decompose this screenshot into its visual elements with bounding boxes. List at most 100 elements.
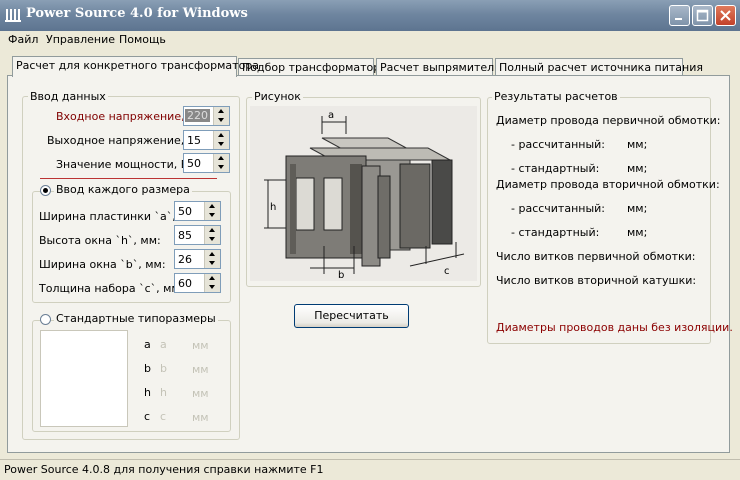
arrow-down-icon[interactable] (209, 237, 215, 241)
main-window: Power Source 4.0 for Windows Файл Управл… (0, 0, 740, 479)
status-text: Power Source 4.0.8 для получения справки… (4, 463, 324, 476)
std-value-b: b (160, 362, 167, 375)
recalculate-button[interactable]: Пересчитать (294, 304, 409, 328)
picture-title: Рисунок (252, 90, 303, 103)
output-voltage-label: Выходное напряжение, В: (47, 134, 200, 147)
std-unit-a: мм (192, 339, 209, 352)
power-label: Значение мощности, Вт: (56, 158, 199, 171)
tab-specific-transformer[interactable]: Расчет для конкретного трансформатора (12, 56, 259, 77)
spin-arrows[interactable] (213, 154, 229, 172)
window-width-value: 26 (178, 253, 192, 266)
spin-arrows[interactable] (204, 202, 220, 220)
stack-thickness-value: 60 (178, 277, 192, 290)
plate-width-stepper[interactable]: 50 (174, 201, 221, 221)
arrow-down-icon[interactable] (218, 118, 224, 122)
primary-wire-header: Диаметр провода первичной обмотки: (496, 114, 721, 127)
stack-thickness-stepper[interactable]: 60 (174, 273, 221, 293)
secondary-wire-header: Диаметр провода вторичной обмотки: (496, 178, 720, 191)
window-height-value: 85 (178, 229, 192, 242)
secondary-calc-label: - рассчитанный: (511, 202, 606, 215)
primary-std-unit: мм; (627, 162, 648, 175)
tab-rectifier[interactable]: Расчет выпрямителя (376, 58, 501, 76)
power-value: 50 (187, 157, 201, 170)
arrow-up-icon[interactable] (209, 252, 215, 256)
std-value-h: h (160, 386, 167, 399)
input-voltage-label: Входное напряжение, В: (56, 110, 200, 123)
menu-bar: Файл Управление Помощь (0, 31, 740, 49)
close-button[interactable] (715, 5, 736, 26)
arrow-down-icon[interactable] (209, 285, 215, 289)
arrow-down-icon[interactable] (218, 142, 224, 146)
minimize-button[interactable] (669, 5, 690, 26)
window-height-stepper[interactable]: 85 (174, 225, 221, 245)
power-stepper[interactable]: 50 (183, 153, 230, 173)
spin-arrows[interactable] (204, 274, 220, 292)
std-letter-c: c (144, 410, 151, 423)
dim-label-b: b (338, 270, 344, 281)
window-width-stepper[interactable]: 26 (174, 249, 221, 269)
arrow-down-icon[interactable] (209, 213, 215, 217)
radio-selected-dot (43, 188, 48, 193)
minimize-icon (675, 18, 682, 20)
app-icon (5, 9, 21, 22)
size-entry-radio[interactable] (40, 185, 51, 196)
results-title: Результаты расчетов (492, 90, 620, 103)
spin-arrows[interactable] (204, 226, 220, 244)
transformer-core-drawing: a h b c (264, 110, 465, 281)
arrow-up-icon[interactable] (209, 228, 215, 232)
std-unit-c: мм (192, 411, 209, 424)
std-value-c: c (160, 410, 167, 423)
menu-file[interactable]: Файл (8, 33, 38, 46)
dim-label-c: c (444, 266, 450, 277)
secondary-turns-label: Число витков вторичной катушки: (496, 274, 697, 287)
standard-sizes-label[interactable]: Стандартные типоразмеры (54, 312, 218, 325)
secondary-std-label: - стандартный: (511, 226, 600, 239)
primary-calc-label: - рассчитанный: (511, 138, 606, 151)
secondary-std-unit: мм; (627, 226, 648, 239)
primary-turns-label: Число витков первичной обмотки: (496, 250, 696, 263)
std-letter-a: a (144, 338, 151, 351)
arrow-up-icon[interactable] (209, 276, 215, 280)
std-value-a: a (160, 338, 167, 351)
size-entry-label[interactable]: Ввод каждого размера (54, 183, 192, 196)
primary-std-label: - стандартный: (511, 162, 600, 175)
arrow-up-icon[interactable] (209, 204, 215, 208)
window-height-label: Высота окна `h`, мм: (39, 234, 161, 247)
primary-calc-unit: мм; (627, 138, 648, 151)
menu-control[interactable]: Управление (46, 33, 115, 46)
results-group (487, 97, 711, 344)
arrow-up-icon[interactable] (218, 156, 224, 160)
dim-label-h: h (270, 202, 276, 213)
window-title: Power Source 4.0 for Windows (26, 6, 248, 21)
arrow-down-icon[interactable] (209, 261, 215, 265)
maximize-icon (696, 9, 709, 22)
menu-help[interactable]: Помощь (119, 33, 166, 46)
status-bar: Power Source 4.0.8 для получения справки… (0, 459, 740, 480)
std-letter-h: h (144, 386, 151, 399)
output-voltage-value: 15 (187, 134, 201, 147)
maximize-button[interactable] (692, 5, 713, 26)
standard-sizes-list[interactable] (40, 330, 128, 427)
standard-sizes-radio[interactable] (40, 314, 51, 325)
stack-thickness-label: Толщина набора `c`, мм: (39, 282, 184, 295)
input-data-title: Ввод данных (28, 90, 108, 103)
transformer-picture: a h b c (250, 106, 477, 281)
separator-line (40, 178, 217, 179)
std-unit-b: мм (192, 363, 209, 376)
spin-arrows[interactable] (204, 250, 220, 268)
plate-width-value: 50 (178, 205, 192, 218)
output-voltage-stepper[interactable]: 15 (183, 130, 230, 150)
secondary-calc-unit: мм; (627, 202, 648, 215)
arrow-down-icon[interactable] (218, 165, 224, 169)
spin-arrows[interactable] (213, 107, 229, 125)
input-voltage-stepper[interactable]: 220 (183, 106, 230, 126)
std-letter-b: b (144, 362, 151, 375)
insulation-note: Диаметры проводов даны без изоляции. (496, 321, 733, 334)
arrow-up-icon[interactable] (218, 109, 224, 113)
spin-arrows[interactable] (213, 131, 229, 149)
arrow-up-icon[interactable] (218, 133, 224, 137)
title-bar[interactable]: Power Source 4.0 for Windows (0, 0, 740, 31)
dim-label-a: a (328, 110, 334, 121)
input-voltage-value: 220 (185, 109, 210, 122)
tab-full-power-supply[interactable]: Полный расчет источника питания (495, 58, 703, 76)
